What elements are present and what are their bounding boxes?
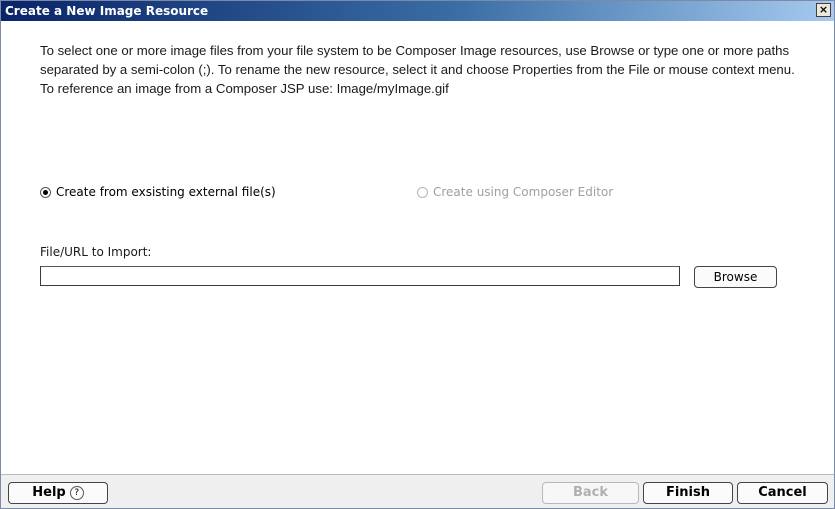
radio-unchecked-icon [417, 186, 428, 198]
dialog-footer: Help? Back Finish Cancel [1, 475, 834, 508]
close-icon[interactable]: × [816, 3, 831, 17]
finish-button[interactable]: Finish [643, 482, 733, 504]
back-button: Back [542, 482, 639, 504]
help-button[interactable]: Help? [8, 482, 108, 504]
title-bar: Create a New Image Resource × [1, 1, 834, 21]
instructions-text: To select one or more image files from y… [40, 43, 795, 96]
browse-button[interactable]: Browse [694, 266, 777, 288]
help-question-icon: ? [69, 486, 84, 500]
radio-external-file-label[interactable]: Create from exsisting external file(s) [56, 185, 276, 199]
help-button-label: Help [32, 485, 66, 500]
file-url-input[interactable] [40, 266, 680, 286]
cancel-button[interactable]: Cancel [737, 482, 828, 504]
radio-composer-editor-label: Create using Composer Editor [433, 185, 614, 199]
radio-external-file[interactable]: Create from exsisting external file(s) [40, 185, 276, 199]
dialog-window: Create a New Image Resource × To select … [0, 0, 835, 509]
file-url-label: File/URL to Import: [40, 245, 152, 259]
dialog-title: Create a New Image Resource [5, 4, 209, 18]
radio-checked-icon[interactable] [40, 186, 51, 198]
radio-composer-editor: Create using Composer Editor [417, 185, 613, 199]
